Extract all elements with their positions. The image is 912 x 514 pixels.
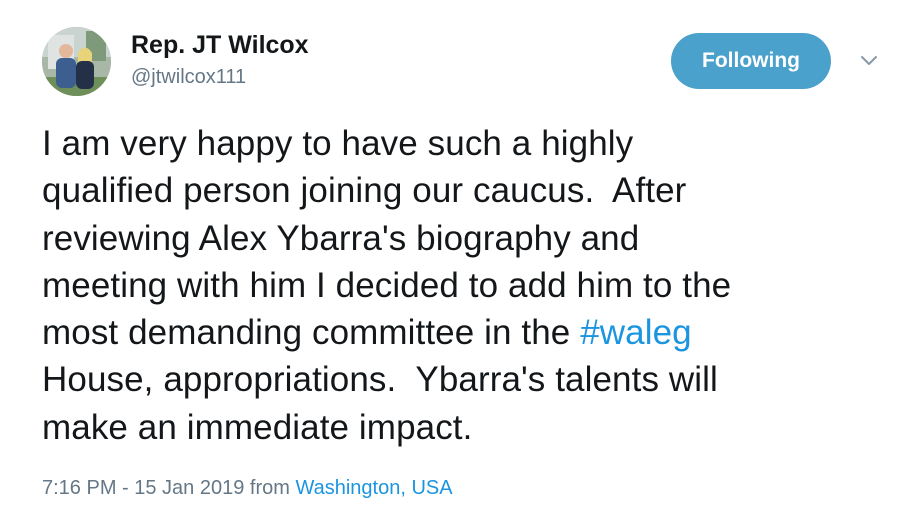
avatar-photo	[42, 27, 111, 96]
tweet-text-segment: most demanding committee in the	[42, 313, 581, 353]
tweet-text-line: reviewing Alex Ybarra's biography and	[42, 218, 640, 258]
tweet-timestamp[interactable]: 7:16 PM - 15 Jan 2019	[42, 477, 244, 499]
tweet-metadata: 7:16 PM - 15 Jan 2019 from Washington, U…	[42, 476, 453, 500]
tweet-text-line: House, appropriations. Ybarra's talents …	[42, 360, 718, 400]
location-link[interactable]: Washington, USA	[295, 477, 452, 499]
tweet-text-line: meeting with him I decided to add him to…	[42, 265, 732, 305]
tweet-card: Rep. JT Wilcox @jtwilcox111 Following I …	[0, 0, 912, 514]
tweet-text-line: most demanding committee in the #waleg	[42, 309, 902, 356]
following-button[interactable]: Following	[671, 33, 831, 89]
tweet-text: I am very happy to have such a highly qu…	[42, 120, 902, 451]
chevron-down-icon[interactable]	[858, 52, 880, 70]
tweet-text-line: qualified person joining our caucus. Aft…	[42, 171, 687, 211]
avatar[interactable]	[42, 27, 111, 96]
tweet-text-line: make an immediate impact.	[42, 407, 473, 447]
from-label: from	[249, 477, 290, 499]
author-handle[interactable]: @jtwilcox111	[131, 65, 246, 89]
hashtag-link[interactable]: #waleg	[580, 313, 692, 352]
author-display-name[interactable]: Rep. JT Wilcox	[131, 30, 309, 60]
tweet-text-line: I am very happy to have such a highly	[42, 124, 634, 163]
